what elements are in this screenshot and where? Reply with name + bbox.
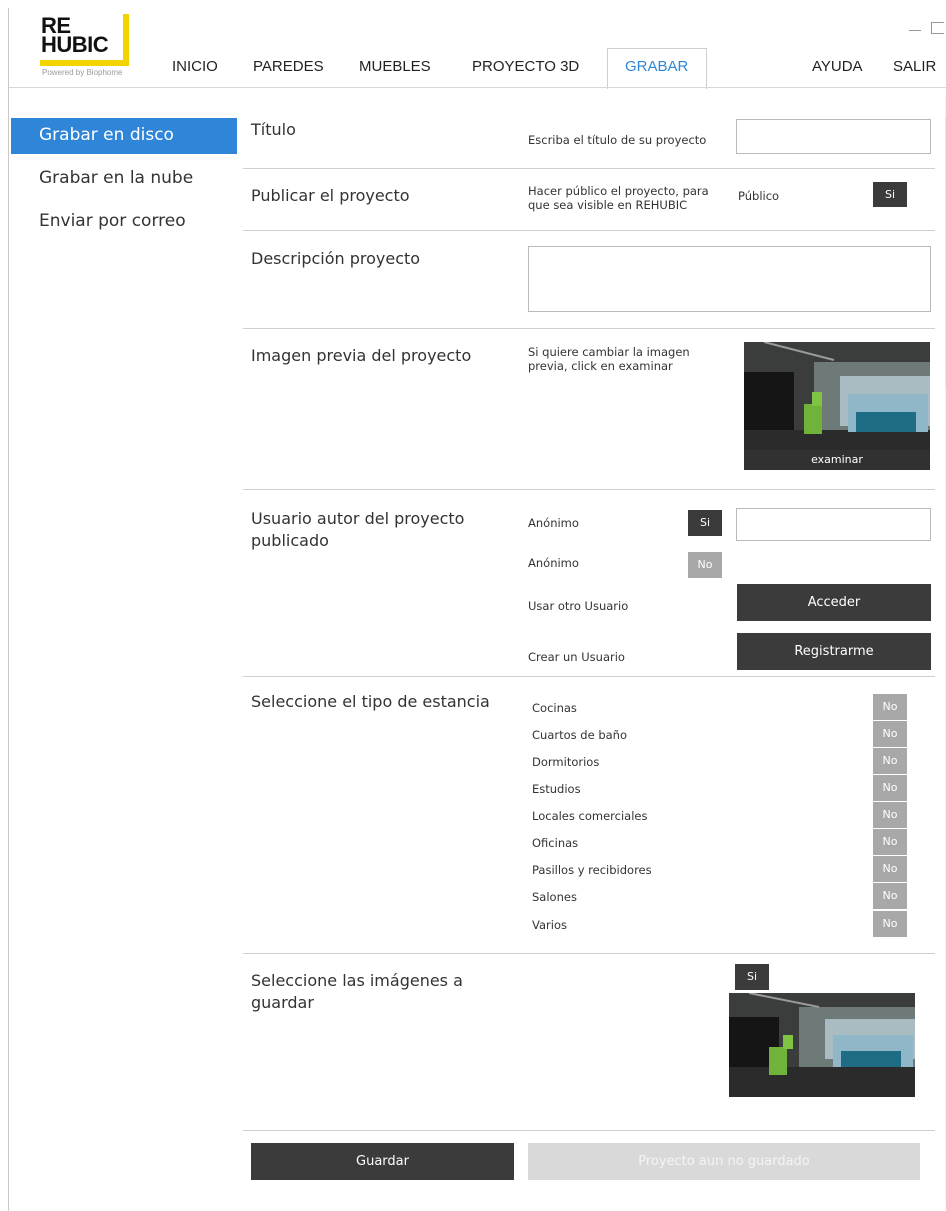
logo-accent-vertical <box>123 14 129 66</box>
descripcion-label: Descripción proyecto <box>251 249 421 268</box>
estancia-toggle-cuartos-de-bano[interactable]: No <box>873 721 907 747</box>
nav-proyecto-3d[interactable]: PROYECTO 3D <box>472 58 579 75</box>
titulo-label: Título <box>251 120 296 139</box>
saved-image-thumbnail[interactable] <box>729 993 915 1097</box>
registrarme-button[interactable]: Registrarme <box>737 633 931 670</box>
row-divider <box>243 489 935 490</box>
sidebar-item-enviar-por-correo[interactable]: Enviar por correo <box>11 204 237 240</box>
row-divider <box>243 676 935 677</box>
nav-grabar[interactable]: GRABAR <box>625 58 688 75</box>
publicar-label: Publicar el proyecto <box>251 186 410 205</box>
app-window: RE HUBIC Powered by Biophome INICIO PARE… <box>8 8 946 1211</box>
titulo-hint: Escriba el título de su proyecto <box>528 133 707 147</box>
estancia-item-label: Oficinas <box>532 836 579 850</box>
examinar-button[interactable]: examinar <box>744 450 930 470</box>
logo-accent-horizontal <box>40 60 129 66</box>
publicar-hint-line-2: que sea visible en REHUBIC <box>528 198 688 212</box>
imagenes-toggle[interactable]: Si <box>735 964 769 990</box>
anonimo-no-label: Anónimo <box>528 556 579 570</box>
usuario-label-line-2: publicado <box>251 531 329 550</box>
nav-ayuda[interactable]: AYUDA <box>812 58 863 75</box>
estancia-item-label: Locales comerciales <box>532 809 648 823</box>
row-divider <box>243 953 935 954</box>
guardar-button[interactable]: Guardar <box>251 1143 514 1180</box>
acceder-button[interactable]: Acceder <box>737 584 931 621</box>
publicar-hint-line-1: Hacer público el proyecto, para <box>528 184 709 198</box>
usar-otro-usuario-label: Usar otro Usuario <box>528 599 629 613</box>
estancia-toggle-estudios[interactable]: No <box>873 775 907 801</box>
header-divider <box>9 87 946 88</box>
sidebar: Grabar en disco Grabar en la nube Enviar… <box>11 118 237 247</box>
publicar-hint: Hacer público el proyecto, para que sea … <box>528 184 709 212</box>
publico-label: Público <box>738 189 780 203</box>
row-divider <box>243 230 935 231</box>
rehubic-logo: RE HUBIC Powered by Biophome <box>27 12 147 82</box>
estancia-item-label: Estudios <box>532 782 581 796</box>
imagenes-label-line-1: Seleccione las imágenes a <box>251 971 463 990</box>
logo-line-2: HUBIC <box>41 32 109 57</box>
estancia-item-label: Pasillos y recibidores <box>532 863 652 877</box>
estancia-toggle-cocinas[interactable]: No <box>873 694 907 720</box>
estancia-toggle-salones[interactable]: No <box>873 883 907 909</box>
logo-powered-by: Powered by Biophome <box>42 68 123 77</box>
status-button: Proyecto aun no guardado <box>528 1143 920 1180</box>
sidebar-item-grabar-en-disco[interactable]: Grabar en disco <box>11 118 237 154</box>
row-divider <box>243 168 935 169</box>
anonimo-si-toggle[interactable]: Si <box>688 510 722 536</box>
row-divider <box>243 1130 935 1131</box>
estancia-toggle-oficinas[interactable]: No <box>873 829 907 855</box>
imagenes-label: Seleccione las imágenes a guardar <box>251 970 463 1014</box>
usuario-input[interactable] <box>736 508 931 541</box>
crear-usuario-label: Crear un Usuario <box>528 650 625 664</box>
anonimo-no-toggle[interactable]: No <box>688 552 722 578</box>
estancia-item-label: Salones <box>532 890 577 904</box>
top-header: RE HUBIC Powered by Biophome INICIO PARE… <box>9 8 946 89</box>
estancia-toggle-dormitorios[interactable]: No <box>873 748 907 774</box>
maximize-icon[interactable] <box>931 22 944 34</box>
estancia-toggle-varios[interactable]: No <box>873 911 907 937</box>
publico-toggle[interactable]: Si <box>873 182 907 207</box>
usuario-label: Usuario autor del proyecto publicado <box>251 508 464 552</box>
estancia-item-label: Cocinas <box>532 701 577 715</box>
estancia-item-label: Cuartos de baño <box>532 728 627 742</box>
estancia-item-label: Dormitorios <box>532 755 600 769</box>
usuario-label-line-1: Usuario autor del proyecto <box>251 509 465 528</box>
estancia-label: Seleccione el tipo de estancia <box>251 692 490 711</box>
anonimo-si-label: Anónimo <box>528 516 579 530</box>
imagen-hint-line-1: Si quiere cambiar la imagen <box>528 345 690 359</box>
nav-muebles[interactable]: MUEBLES <box>359 58 431 75</box>
room-render-image <box>729 993 915 1097</box>
imagen-hint-line-2: previa, click en examinar <box>528 359 673 373</box>
descripcion-textarea[interactable] <box>528 246 931 312</box>
imagen-label: Imagen previa del proyecto <box>251 346 472 365</box>
nav-paredes[interactable]: PAREDES <box>253 58 324 75</box>
titulo-input[interactable] <box>736 119 931 154</box>
preview-image: examinar <box>744 342 930 470</box>
imagen-hint: Si quiere cambiar la imagen previa, clic… <box>528 345 690 373</box>
imagenes-label-line-2: guardar <box>251 993 314 1012</box>
nav-inicio[interactable]: INICIO <box>172 58 218 75</box>
estancia-toggle-pasillos-y-recibidores[interactable]: No <box>873 856 907 882</box>
nav-salir[interactable]: SALIR <box>893 58 936 75</box>
logo-wordmark: RE HUBIC <box>41 15 109 57</box>
estancia-toggle-locales-comerciales[interactable]: No <box>873 802 907 828</box>
estancia-item-label: Varios <box>532 918 567 932</box>
sidebar-item-grabar-en-la-nube[interactable]: Grabar en la nube <box>11 161 237 197</box>
row-divider <box>243 328 935 329</box>
minimize-icon[interactable] <box>909 18 921 31</box>
